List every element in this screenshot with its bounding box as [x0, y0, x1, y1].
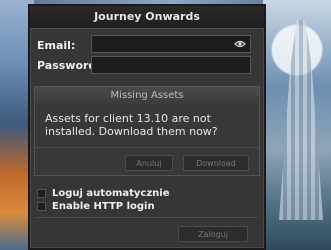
missing-assets-dialog: Missing Assets Assets for client 13.10 a… [34, 86, 260, 176]
email-label: Email: [37, 39, 76, 52]
eye-icon[interactable] [234, 39, 246, 49]
auto-login-label: Loguj automatycznie [52, 188, 170, 199]
dialog-title: Missing Assets [35, 87, 259, 104]
http-login-label: Enable HTTP login [52, 201, 155, 212]
email-field[interactable] [91, 35, 251, 53]
dialog-divider [35, 147, 259, 148]
bottom-divider [36, 217, 258, 218]
http-login-checkbox[interactable] [37, 202, 46, 211]
background-right [263, 0, 331, 250]
download-button[interactable]: Download [183, 155, 249, 171]
background-tower [279, 20, 323, 220]
login-window: Journey Onwards Email: Password: Missing… [28, 4, 266, 250]
password-field[interactable] [91, 56, 251, 74]
cancel-button[interactable]: Anuluj [125, 155, 173, 171]
login-button[interactable]: Zaloguj [178, 226, 248, 242]
email-value [92, 43, 95, 54]
dialog-message: Assets for client 13.10 are not installe… [45, 112, 218, 138]
window-title: Journey Onwards [30, 6, 264, 29]
password-value [92, 64, 95, 75]
auto-login-checkbox[interactable] [37, 189, 46, 198]
